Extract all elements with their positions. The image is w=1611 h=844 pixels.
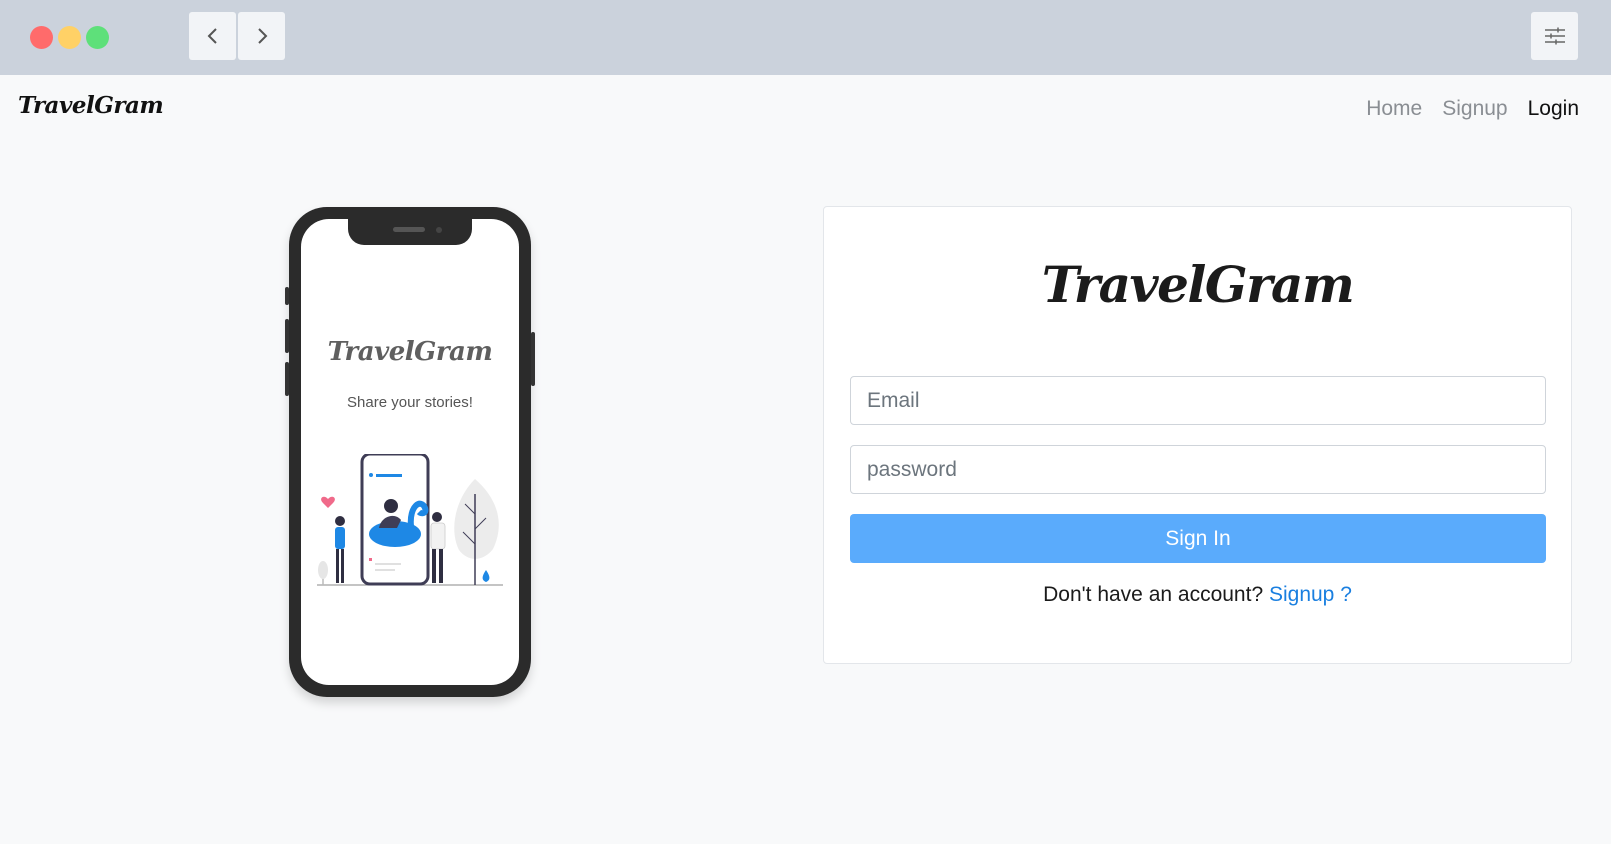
sliders-icon: [1544, 27, 1565, 45]
nav-signup-link[interactable]: Signup: [1442, 97, 1507, 121]
close-window-button[interactable]: [30, 26, 53, 49]
phone-button: [285, 319, 289, 353]
signup-link[interactable]: Signup ?: [1269, 583, 1352, 606]
front-camera: [436, 227, 442, 233]
site-navbar: TravelGram Home Signup Login: [0, 75, 1611, 145]
phone-tagline: Share your stories!: [347, 394, 473, 411]
nav-links: Home Signup Login: [1366, 97, 1579, 121]
nav-login-link[interactable]: Login: [1528, 97, 1579, 121]
phone-screen: TravelGram Share your stories!: [301, 219, 519, 685]
back-button[interactable]: [189, 12, 236, 60]
maximize-window-button[interactable]: [86, 26, 109, 49]
login-card: TravelGram Sign In Don't have an account…: [823, 206, 1572, 664]
email-input[interactable]: [850, 376, 1546, 425]
speaker: [393, 227, 425, 232]
signup-prompt-text: Don't have an account?: [1043, 583, 1264, 606]
phone-button: [285, 362, 289, 396]
minimize-window-button[interactable]: [58, 26, 81, 49]
phone-mockup: TravelGram Share your stories!: [285, 207, 535, 697]
phone-button: [531, 332, 535, 386]
password-input[interactable]: [850, 445, 1546, 494]
phone-button: [285, 287, 289, 305]
browser-toolbar: [0, 0, 1611, 75]
chevron-left-icon: [207, 28, 217, 44]
phone-notch: [348, 219, 472, 245]
forward-button[interactable]: [238, 12, 285, 60]
login-brand-title: TravelGram: [1041, 255, 1355, 314]
nav-home-link[interactable]: Home: [1366, 97, 1422, 121]
sign-in-button[interactable]: Sign In: [850, 514, 1546, 563]
chevron-right-icon: [257, 28, 267, 44]
settings-button[interactable]: [1531, 12, 1578, 60]
signup-prompt-line: Don't have an account? Signup ?: [824, 583, 1571, 607]
phone-brand-title: TravelGram: [327, 337, 493, 367]
travel-illustration: [317, 454, 503, 586]
brand-logo[interactable]: TravelGram: [18, 92, 164, 119]
